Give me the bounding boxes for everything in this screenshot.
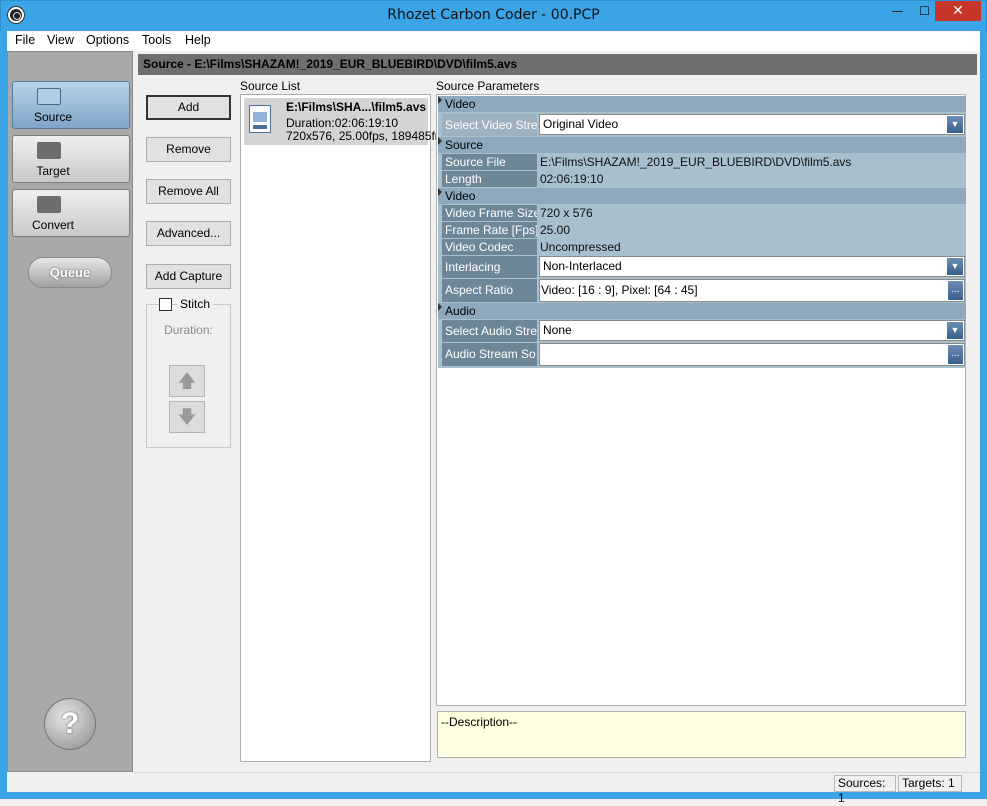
tab-target-label: Target: [36, 164, 70, 178]
add-capture-button[interactable]: Add Capture: [146, 264, 231, 289]
aspect-ratio-browse-button[interactable]: ...: [948, 281, 963, 300]
window-frame-right: [980, 31, 987, 799]
audio-source-browse-button[interactable]: ...: [948, 345, 963, 364]
source-item-duration: Duration:02:06:19:10: [286, 116, 399, 130]
select-video-stream-label: Select Video Stre...: [442, 114, 537, 136]
maximize-button[interactable]: ☐: [911, 1, 938, 21]
left-navigation: Source Target Convert Queue ?: [7, 51, 133, 772]
section-audio[interactable]: Audio: [438, 303, 966, 319]
move-down-button[interactable]: 🡇: [169, 401, 205, 433]
chevron-down-icon[interactable]: ▼: [947, 258, 963, 275]
source-file-value: E:\Films\SHAZAM!_2019_EUR_BLUEBIRD\DVD\f…: [540, 155, 852, 169]
source-list-label: Source List: [240, 79, 301, 93]
video-codec-label: Video Codec: [442, 239, 537, 255]
video-file-icon: [249, 105, 271, 133]
tab-convert-label: Convert: [31, 218, 75, 232]
menu-view[interactable]: View: [47, 31, 74, 51]
source-item-title: E:\Films\SHA...\film5.avs: [286, 100, 427, 114]
chevron-down-icon[interactable]: ▼: [947, 116, 963, 133]
status-bar: Sources: 1 Targets: 1: [134, 772, 980, 805]
interlacing-value: Non-Interlaced: [543, 259, 622, 273]
description-box: --Description--: [437, 711, 966, 758]
add-button[interactable]: Add: [146, 95, 231, 120]
targets-count: Targets: 1: [898, 775, 962, 792]
aspect-ratio-field[interactable]: Video: [16 : 9], Pixel: [64 : 45] ...: [539, 279, 965, 302]
remove-button[interactable]: Remove: [146, 137, 231, 162]
help-icon[interactable]: ?: [44, 698, 96, 750]
audio-stream-source-label: Audio Stream So...: [442, 343, 537, 366]
length-label: Length: [442, 171, 537, 187]
parameters-grid: Video Select Video Stre... Original Vide…: [438, 96, 966, 368]
frame-rate-value: 25.00: [540, 223, 571, 237]
convert-icon: [37, 196, 61, 213]
sources-count: Sources: 1: [834, 775, 896, 805]
menu-bar: File View Options Tools Help: [7, 31, 980, 51]
chevron-down-icon[interactable]: ▼: [947, 322, 963, 339]
tab-target[interactable]: Target: [12, 135, 130, 183]
select-audio-stream-label: Select Audio Stre...: [442, 320, 537, 342]
duration-label: Duration:: [164, 323, 213, 337]
tab-source[interactable]: Source: [12, 81, 130, 129]
window-title: Rhozet Carbon Coder - 00.PCP: [387, 7, 600, 23]
menu-options[interactable]: Options: [86, 31, 129, 51]
interlacing-select[interactable]: Non-Interlaced ▼: [539, 256, 965, 277]
audio-stream-source-field[interactable]: ...: [539, 343, 965, 366]
source-parameters-label: Source Parameters: [436, 79, 540, 93]
section-video[interactable]: Video: [438, 96, 966, 112]
frame-rate-label: Frame Rate [Fps]: [442, 222, 537, 238]
length-value: 02:06:19:10: [540, 172, 604, 186]
move-up-button[interactable]: 🡅: [169, 365, 205, 397]
menu-tools[interactable]: Tools: [142, 31, 171, 51]
video-stream-select[interactable]: Original Video ▼: [539, 114, 965, 135]
section-source[interactable]: Source: [438, 137, 966, 153]
folder-icon: [37, 88, 61, 105]
source-path-header: Source - E:\Films\SHAZAM!_2019_EUR_BLUEB…: [138, 54, 977, 75]
tab-convert[interactable]: Convert: [12, 189, 130, 237]
window-frame-left: [0, 31, 7, 799]
aspect-ratio-value: Video: [16 : 9], Pixel: [64 : 45]: [541, 283, 698, 297]
target-folder-icon: [37, 142, 61, 159]
frame-size-value: 720 x 576: [540, 206, 593, 220]
source-file-label: Source File: [442, 154, 537, 170]
source-item-info: 720x576, 25.00fps, 189485fr...: [286, 129, 449, 143]
aspect-ratio-label: Aspect Ratio: [442, 279, 537, 302]
section-video-details[interactable]: Video: [438, 188, 966, 204]
audio-stream-value: None: [543, 323, 572, 337]
list-item[interactable]: E:\Films\SHA...\film5.avs Duration:02:06…: [244, 98, 448, 145]
stitch-checkbox[interactable]: [159, 298, 172, 311]
audio-stream-select[interactable]: None ▼: [539, 320, 965, 341]
video-stream-value: Original Video: [543, 117, 619, 131]
minimize-button[interactable]: —: [884, 1, 911, 21]
menu-help[interactable]: Help: [185, 31, 211, 51]
queue-button[interactable]: Queue: [28, 257, 112, 288]
video-codec-value: Uncompressed: [540, 240, 621, 254]
frame-size-label: Video Frame Size: [442, 205, 537, 221]
advanced-button[interactable]: Advanced...: [146, 221, 231, 246]
remove-all-button[interactable]: Remove All: [146, 179, 231, 204]
stitch-group: Stitch Duration: 🡅 🡇: [146, 297, 231, 448]
tab-source-label: Source: [33, 110, 73, 124]
source-parameters-panel: Video Select Video Stre... Original Vide…: [436, 94, 966, 706]
stitch-label: Stitch: [177, 297, 214, 311]
menu-file[interactable]: File: [15, 31, 35, 51]
source-list[interactable]: E:\Films\SHA...\film5.avs Duration:02:06…: [240, 94, 448, 762]
interlacing-label: Interlacing: [442, 256, 537, 278]
close-button[interactable]: ✕: [935, 1, 981, 21]
